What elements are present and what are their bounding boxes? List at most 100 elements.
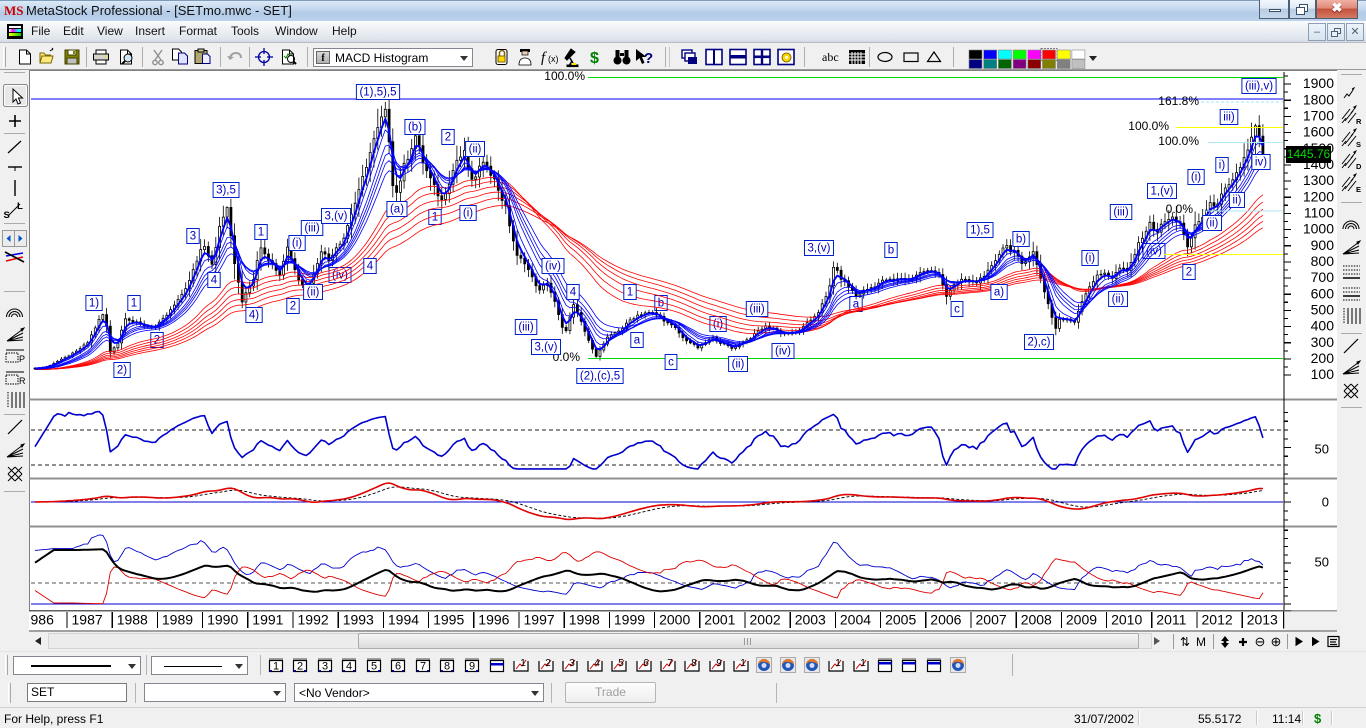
- svg-text:(i): (i): [292, 238, 302, 250]
- svg-text:400: 400: [1311, 318, 1335, 334]
- svg-text:2005: 2005: [885, 612, 916, 628]
- svg-text:800: 800: [1311, 253, 1335, 269]
- svg-text:8: 8: [691, 658, 697, 669]
- svg-text:2: 2: [290, 301, 296, 313]
- svg-text:b): b): [1016, 234, 1026, 246]
- svg-text:(iii): (iii): [518, 322, 533, 334]
- svg-text:1300: 1300: [1303, 172, 1334, 188]
- svg-text:100.0%: 100.0%: [1128, 119, 1169, 133]
- svg-text:a): a): [994, 287, 1004, 299]
- svg-text:(ii): (ii): [1112, 294, 1125, 306]
- svg-text:2009: 2009: [1066, 612, 1097, 628]
- svg-text:(ii): (ii): [469, 144, 482, 156]
- svg-text:1993: 1993: [343, 612, 374, 628]
- svg-text:1): 1): [89, 298, 99, 310]
- svg-text:1989: 1989: [162, 612, 193, 628]
- svg-text:2002: 2002: [750, 612, 781, 628]
- svg-text:4: 4: [570, 287, 577, 299]
- svg-text:2006: 2006: [930, 612, 961, 628]
- svg-text:1: 1: [835, 658, 841, 669]
- svg-text:(1),5),5: (1),5),5: [359, 87, 396, 99]
- svg-text:2: 2: [545, 658, 551, 669]
- svg-text:ii): ii): [1233, 195, 1242, 207]
- svg-text:(i): (i): [1085, 253, 1095, 265]
- svg-text:3),5: 3),5: [216, 185, 236, 197]
- svg-text:i): i): [1219, 160, 1226, 172]
- svg-text:1991: 1991: [252, 612, 283, 628]
- svg-text:(iii): (iii): [749, 304, 764, 316]
- svg-text:4: 4: [211, 275, 218, 287]
- svg-text:iv): iv): [1255, 157, 1267, 169]
- svg-text:b: b: [888, 245, 894, 257]
- svg-text:4: 4: [367, 261, 374, 273]
- svg-text:2: 2: [1186, 267, 1192, 279]
- svg-text:M: M: [1196, 635, 1206, 649]
- svg-text:(x): (x): [548, 54, 559, 64]
- svg-text:E: E: [1356, 185, 1361, 194]
- svg-text:1000: 1000: [1303, 221, 1334, 237]
- svg-text:(iii),v): (iii),v): [1245, 81, 1273, 93]
- svg-text:(i): (i): [713, 319, 723, 331]
- svg-text:1600: 1600: [1303, 124, 1334, 140]
- svg-text:2008: 2008: [1021, 612, 1052, 628]
- svg-text:(2),(c),5: (2),(c),5: [580, 371, 620, 383]
- svg-text:0: 0: [1322, 494, 1329, 509]
- svg-text:1988: 1988: [117, 612, 148, 628]
- svg-text:R: R: [19, 376, 26, 386]
- svg-text:1,(v): 1,(v): [1151, 186, 1174, 198]
- svg-text:2001: 2001: [704, 612, 735, 628]
- svg-text:4): 4): [249, 310, 259, 322]
- svg-text:(iii): (iii): [304, 223, 319, 235]
- svg-text:1900: 1900: [1303, 75, 1334, 91]
- svg-text:1995: 1995: [433, 612, 464, 628]
- svg-text:9: 9: [469, 661, 475, 673]
- svg-text:S: S: [1356, 140, 1361, 149]
- svg-text:3: 3: [569, 658, 575, 669]
- svg-text:6: 6: [395, 661, 401, 673]
- svg-text:1100: 1100: [1304, 205, 1334, 221]
- svg-text:c: c: [954, 304, 960, 316]
- svg-text:iii): iii): [1223, 112, 1235, 124]
- svg-text:0.0%: 0.0%: [1166, 202, 1194, 216]
- svg-text:2011: 2011: [1156, 612, 1186, 628]
- svg-text:1: 1: [520, 658, 526, 669]
- svg-text:(i): (i): [1191, 172, 1201, 184]
- svg-text:4: 4: [594, 658, 600, 669]
- svg-text:1999: 1999: [614, 612, 645, 628]
- svg-text:(iv): (iv): [545, 261, 561, 273]
- svg-text:1: 1: [860, 658, 866, 669]
- svg-text:✚: ✚: [1238, 637, 1247, 649]
- svg-text:1200: 1200: [1303, 188, 1334, 204]
- svg-text:1994: 1994: [388, 612, 419, 628]
- svg-text:P: P: [19, 354, 25, 364]
- svg-text:2): 2): [117, 365, 127, 377]
- svg-text:3,(v): 3,(v): [325, 211, 348, 223]
- svg-text:700: 700: [1311, 269, 1335, 285]
- svg-text:100: 100: [1311, 366, 1335, 382]
- svg-text:1990: 1990: [207, 612, 238, 628]
- svg-text:2: 2: [297, 661, 303, 673]
- svg-text:⊖: ⊖: [1255, 634, 1266, 649]
- svg-text:f: f: [541, 50, 547, 66]
- svg-text:6: 6: [643, 658, 649, 669]
- svg-text:2004: 2004: [840, 612, 871, 628]
- svg-text:(b): (b): [408, 122, 422, 134]
- svg-text:100.0%: 100.0%: [544, 69, 585, 83]
- svg-text:2013: 2013: [1247, 612, 1278, 628]
- svg-text:900: 900: [1311, 237, 1335, 253]
- svg-text:1997: 1997: [524, 612, 555, 628]
- svg-text:2010: 2010: [1111, 612, 1142, 628]
- svg-text:3: 3: [322, 661, 328, 673]
- svg-text:2003: 2003: [795, 612, 826, 628]
- svg-text:1: 1: [258, 227, 264, 239]
- svg-text:c: c: [668, 357, 674, 369]
- svg-text:(i): (i): [463, 208, 473, 220]
- svg-text:8: 8: [444, 661, 450, 673]
- svg-text:300: 300: [1311, 334, 1335, 350]
- svg-text:$: $: [590, 50, 599, 67]
- svg-text:1: 1: [432, 212, 438, 224]
- svg-text:?: ?: [644, 50, 653, 67]
- svg-text:(ii): (ii): [732, 359, 745, 371]
- svg-text:1: 1: [131, 298, 137, 310]
- svg-text:5: 5: [371, 661, 377, 673]
